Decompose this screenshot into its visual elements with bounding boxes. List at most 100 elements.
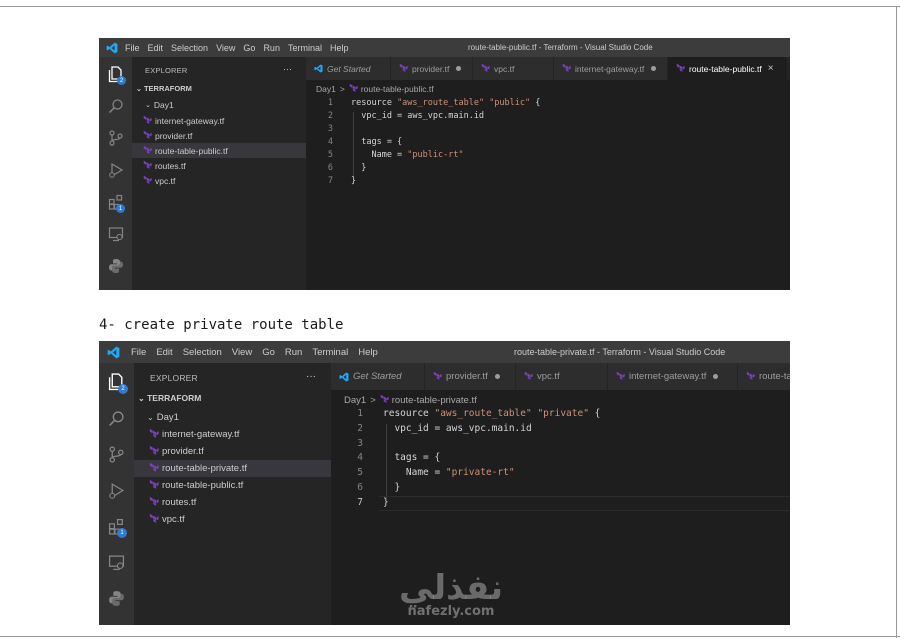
tab-label: route-table-public.tf — [689, 63, 762, 74]
menu-view[interactable]: View — [232, 347, 252, 358]
breadcrumb-folder[interactable]: Day1 — [344, 395, 366, 406]
menu-selection[interactable]: Selection — [183, 347, 222, 358]
code-line[interactable]: 3 — [306, 123, 790, 136]
nafezly-watermark: نفذلي nafezly.com — [396, 568, 506, 638]
line-number: 2 — [327, 111, 333, 121]
code-line[interactable]: 7} — [306, 175, 790, 188]
explorer-icon[interactable]: 2 — [99, 370, 134, 394]
file-row[interactable]: route-table-public.tf — [132, 143, 306, 158]
vscode-logo-icon — [99, 38, 125, 57]
file-row[interactable]: vpc.tf — [134, 511, 331, 528]
remote-explorer-icon[interactable] — [99, 550, 134, 574]
menu-run[interactable]: Run — [285, 347, 302, 358]
menu-view[interactable]: View — [216, 43, 235, 53]
explorer-more-button[interactable]: ··· — [283, 64, 292, 74]
search-icon[interactable] — [99, 95, 132, 117]
remote-explorer-icon[interactable] — [99, 223, 132, 245]
extensions-icon[interactable]: 1 — [99, 191, 132, 213]
menu-terminal[interactable]: Terminal — [312, 347, 348, 358]
code-line[interactable]: 4 tags = { — [331, 451, 790, 466]
search-icon[interactable] — [99, 406, 134, 430]
python-icon[interactable] — [99, 255, 132, 277]
tab-get-started[interactable]: Get Started — [331, 363, 425, 390]
code-editor[interactable]: 1 resource "aws_route_table" "public" {2 … — [306, 97, 790, 290]
code-line[interactable]: 1 resource "aws_route_table" "public" { — [306, 97, 790, 110]
menu-file[interactable]: File — [125, 43, 140, 53]
run-debug-icon[interactable] — [99, 478, 134, 502]
breadcrumb-file[interactable]: route-table-private.tf — [392, 395, 477, 406]
explorer-title: EXPLORER — [150, 373, 198, 383]
line-number: 5 — [357, 467, 363, 479]
unsaved-dot-icon[interactable] — [713, 374, 719, 379]
folder-row[interactable]: ⌄ Day1 — [132, 98, 306, 112]
code-line[interactable]: 7} — [331, 496, 790, 511]
line-number: 7 — [327, 176, 333, 186]
workspace-section[interactable]: ⌄ TERRAFORM — [138, 393, 201, 403]
file-row[interactable]: vpc.tf — [132, 173, 306, 188]
unsaved-dot-icon[interactable] — [494, 374, 500, 379]
menu-edit[interactable]: Edit — [156, 347, 172, 358]
source-control-icon[interactable] — [99, 442, 134, 466]
menu-run[interactable]: Run — [263, 43, 280, 53]
breadcrumb: Day1 > route-table-public.tf — [316, 83, 434, 94]
unsaved-dot-icon[interactable] — [456, 66, 462, 71]
menu-go[interactable]: Go — [262, 347, 275, 358]
explorer-more-button[interactable]: ··· — [306, 371, 316, 382]
workspace-name: TERRAFORM — [143, 84, 192, 93]
menu-edit[interactable]: Edit — [148, 43, 164, 53]
file-name: routes.tf — [155, 160, 186, 171]
file-row[interactable]: routes.tf — [132, 158, 306, 173]
tab-route-table-public[interactable]: route-table-public.tf × — [668, 57, 788, 80]
menu-go[interactable]: Go — [243, 43, 255, 53]
file-row[interactable]: provider.tf — [132, 128, 306, 143]
code-line[interactable]: 2 vpc_id = aws_vpc.main.id — [331, 422, 790, 437]
tab-label: Get Started — [353, 371, 402, 382]
window-title: route-table-private.tf - Terraform - Vis… — [514, 347, 726, 357]
menu-file[interactable]: File — [131, 347, 146, 358]
tab-internet-gateway[interactable]: internet-gateway.tf — [554, 57, 668, 80]
tab-route-table-public[interactable]: route-ta — [738, 363, 790, 390]
file-row[interactable]: routes.tf — [134, 494, 331, 511]
close-icon[interactable]: × — [768, 63, 774, 74]
watermark-latin: nafezly.com — [407, 604, 495, 619]
code-line[interactable]: 2 vpc_id = aws_vpc.main.id — [306, 110, 790, 123]
code-line[interactable]: 5 Name = "public-rt" — [306, 149, 790, 162]
code-line[interactable]: 6 } — [331, 481, 790, 496]
tab-provider[interactable]: provider.tf — [425, 363, 516, 390]
menu-terminal[interactable]: Terminal — [288, 43, 322, 53]
python-icon[interactable] — [99, 586, 134, 610]
tab-get-started[interactable]: Get Started — [306, 57, 391, 80]
line-number: 7 — [357, 496, 363, 508]
explorer-icon[interactable]: 2 — [99, 63, 132, 85]
source-control-icon[interactable] — [99, 127, 132, 149]
run-debug-icon[interactable] — [99, 159, 132, 181]
breadcrumb-folder[interactable]: Day1 — [316, 84, 336, 94]
menu-help[interactable]: Help — [330, 43, 349, 53]
unsaved-dot-icon[interactable] — [651, 66, 657, 71]
menu-help[interactable]: Help — [358, 347, 378, 358]
folder-row[interactable]: ⌄ Day1 — [134, 409, 331, 425]
code-line[interactable]: 5 Name = "private-rt" — [331, 466, 790, 481]
tab-provider[interactable]: provider.tf — [391, 57, 473, 80]
explorer-sidebar: EXPLORER ··· ⌄ TERRAFORM ⌄ Day1 internet… — [134, 363, 331, 625]
file-name: internet-gateway.tf — [162, 429, 240, 440]
code-line[interactable]: 3 — [331, 437, 790, 452]
code-line[interactable]: 4 tags = { — [306, 136, 790, 149]
file-row[interactable]: route-table-public.tf — [134, 477, 331, 494]
file-row[interactable]: provider.tf — [134, 443, 331, 460]
folder-name: Day1 — [156, 411, 179, 423]
file-row[interactable]: internet-gateway.tf — [134, 426, 331, 443]
code-line[interactable]: 1 resource "aws_route_table" "private" { — [331, 407, 790, 422]
tab-vpc[interactable]: vpc.tf — [473, 57, 554, 80]
file-row[interactable]: internet-gateway.tf — [132, 113, 306, 128]
code-line[interactable]: 6 } — [306, 162, 790, 175]
tab-vpc[interactable]: vpc.tf — [516, 363, 608, 390]
workspace-section[interactable]: ⌄ TERRAFORM — [136, 84, 192, 93]
menu-selection[interactable]: Selection — [171, 43, 208, 53]
breadcrumb-file[interactable]: route-table-public.tf — [361, 84, 434, 94]
tab-internet-gateway[interactable]: internet-gateway.tf — [608, 363, 738, 390]
extensions-icon[interactable]: 1 — [99, 514, 134, 538]
file-row[interactable]: route-table-private.tf — [134, 460, 331, 477]
code-text: vpc_id = aws_vpc.main.id — [351, 111, 485, 121]
breadcrumb: Day1 > route-table-private.tf — [344, 394, 477, 406]
